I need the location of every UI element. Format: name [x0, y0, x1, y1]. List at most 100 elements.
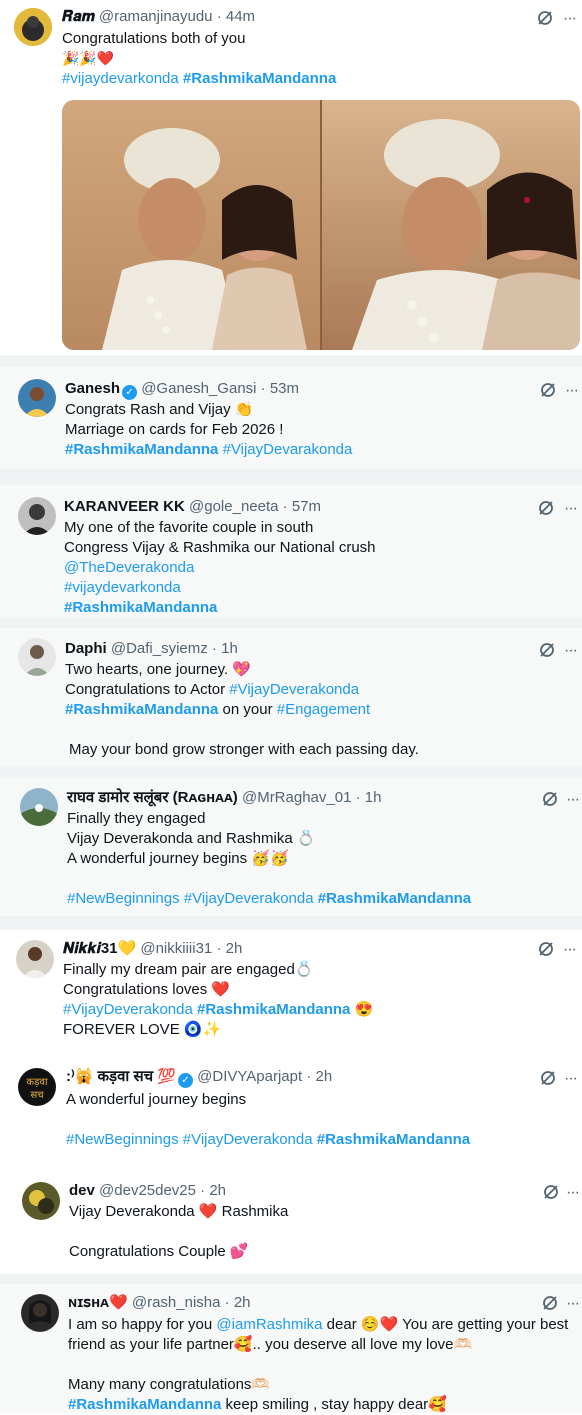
timestamp[interactable]: 2h [226, 940, 243, 957]
timestamp[interactable]: 53m [270, 380, 299, 397]
hashtag[interactable]: #RashmikaMandanna [65, 701, 218, 718]
tweet[interactable]: KARANVEER KK @gole_neeta · 57m ··· My on… [0, 485, 582, 618]
more-options-icon[interactable]: ··· [563, 11, 581, 32]
grok-icon[interactable] [537, 499, 555, 517]
grok-icon[interactable] [542, 1183, 560, 1201]
user-handle[interactable]: @rash_nisha [132, 1294, 221, 1311]
hashtag[interactable]: #NewBeginnings [67, 890, 180, 907]
tweet-text: Finally my dream pair are engaged💍 Congr… [63, 960, 373, 1040]
hashtag[interactable]: #VijayDeverakonda [183, 1131, 313, 1148]
user-handle[interactable]: @nikkiiii31 [140, 940, 212, 957]
hashtag[interactable]: #RashmikaMandanna [65, 441, 218, 458]
user-name[interactable]: राघव डामोर सलूंबर (Rᴀɢʜᴀᴀ) [67, 789, 238, 806]
text-line: Congratulations both of you [62, 30, 246, 47]
user-name[interactable]: 𝑹𝒂𝒎 [62, 8, 95, 25]
tweet-media-image[interactable] [62, 100, 580, 350]
hashtag[interactable]: #RashmikaMandanna [68, 1396, 221, 1413]
hashtag[interactable]: #RashmikaMandanna [318, 890, 471, 907]
mention-link[interactable]: @iamRashmika [216, 1316, 322, 1333]
more-options-icon[interactable]: ··· [566, 792, 582, 813]
separator: · [212, 8, 226, 25]
timestamp[interactable]: 1h [365, 789, 382, 806]
hashtag[interactable]: #RashmikaMandanna [64, 598, 376, 618]
tweet[interactable]: dev @dev25dev25 · 2h ··· Vijay Deverakon… [0, 1164, 582, 1274]
tweet[interactable]: राघव डामोर सलूंबर (Rᴀɢʜᴀᴀ) @MrRaghav_01 … [0, 778, 582, 916]
text-line: Congress Vijay & Rashmika our National c… [64, 539, 376, 556]
timestamp[interactable]: 44m [226, 8, 255, 25]
grok-icon[interactable] [538, 641, 556, 659]
user-handle[interactable]: @MrRaghav_01 [242, 789, 351, 806]
avatar-image [21, 1294, 59, 1332]
user-handle[interactable]: @Dafi_syiemz [111, 640, 208, 657]
svg-text:सच: सच [30, 1090, 44, 1101]
hashtag[interactable]: #VijayDeverakonda [184, 890, 314, 907]
user-handle[interactable]: @gole_neeta [189, 498, 278, 515]
avatar[interactable] [18, 379, 56, 417]
more-options-icon[interactable]: ··· [565, 383, 582, 404]
timestamp[interactable]: 1h [221, 640, 238, 657]
hashtag[interactable]: #Engagement [277, 701, 370, 718]
hashtag[interactable]: #NewBeginnings [66, 1131, 179, 1148]
avatar[interactable] [18, 497, 56, 535]
tweet[interactable]: Ganesh ✓ @Ganesh_Gansi · 53m ··· Congrats… [0, 367, 582, 469]
avatar-image: कड़वा सच [18, 1068, 56, 1106]
timestamp[interactable]: 2h [209, 1182, 226, 1199]
user-name[interactable]: dev [69, 1182, 95, 1199]
hashtag[interactable]: #vijaydevarkonda [62, 70, 179, 87]
more-options-icon[interactable]: ··· [564, 1071, 582, 1092]
tweet-header: 𝑵𝒊𝒌𝒌𝒊31💛 @nikkiiii31 · 2h [63, 940, 242, 958]
grok-icon[interactable] [541, 1294, 559, 1312]
hashtag[interactable]: #VijayDevarakonda [223, 441, 353, 458]
user-handle[interactable]: @dev25dev25 [99, 1182, 196, 1199]
user-name[interactable]: KARANVEER KK [64, 498, 185, 515]
more-options-icon[interactable]: ··· [566, 1185, 582, 1206]
more-options-icon[interactable]: ··· [564, 643, 582, 664]
tweet-text: Two hearts, one journey. 💖 Congratulatio… [65, 660, 419, 760]
timestamp[interactable]: 2h [234, 1294, 251, 1311]
grok-icon[interactable] [541, 790, 559, 808]
hashtag[interactable]: #RashmikaMandanna [183, 70, 336, 87]
avatar[interactable]: कड़वा सच [18, 1068, 56, 1106]
user-name[interactable]: ɴɪꜱʜᴀ❤️ [68, 1294, 128, 1311]
hashtag[interactable]: #VijayDeverakonda [229, 681, 359, 698]
tweet-header: ɴɪꜱʜᴀ❤️ @rash_nisha · 2h [68, 1294, 251, 1312]
wedding-photo [62, 100, 580, 350]
avatar[interactable] [20, 788, 58, 826]
hashtag[interactable]: #vijaydevarkonda [64, 578, 376, 598]
avatar[interactable] [16, 940, 54, 978]
tweet[interactable]: कड़वा सच :⁾🙀 कड़वा सच 💯 ✓ @DIVYAparjapt · … [0, 1054, 582, 1164]
grok-icon[interactable] [539, 381, 557, 399]
avatar[interactable] [22, 1182, 60, 1220]
more-options-icon[interactable]: ··· [566, 1296, 582, 1317]
tweet[interactable]: ɴɪꜱʜᴀ❤️ @rash_nisha · 2h ··· I am so hap… [0, 1284, 582, 1413]
user-handle[interactable]: @ramanjinayudu [99, 8, 213, 25]
grok-icon[interactable] [539, 1069, 557, 1087]
mention-link[interactable]: @TheDeverakonda [64, 558, 376, 578]
user-handle[interactable]: @DIVYAparjapt [197, 1068, 302, 1085]
timestamp[interactable]: 2h [316, 1068, 333, 1085]
tweet[interactable]: Daphi @Dafi_syiemz · 1h ··· Two hearts, … [0, 628, 582, 766]
grok-icon[interactable] [537, 940, 555, 958]
avatar[interactable] [18, 638, 56, 676]
text-line: Vijay Deverakonda ❤️ Rashmika [69, 1203, 289, 1220]
timestamp[interactable]: 57m [292, 498, 321, 515]
avatar-image [18, 638, 56, 676]
user-handle[interactable]: @Ganesh_Gansi [141, 380, 256, 397]
grok-icon[interactable] [536, 9, 554, 27]
text-line: Congratulations Couple 💕 [69, 1243, 249, 1260]
hashtag[interactable]: #RashmikaMandanna [197, 1001, 350, 1018]
text-line: friend as your life partner🥰.. you deser… [68, 1336, 473, 1353]
avatar-image [22, 1182, 60, 1220]
hashtag[interactable]: #RashmikaMandanna [317, 1131, 470, 1148]
hashtag[interactable]: #VijayDeverakonda [63, 1001, 193, 1018]
more-options-icon[interactable]: ··· [564, 501, 582, 522]
user-name[interactable]: Daphi [65, 640, 107, 657]
avatar[interactable] [21, 1294, 59, 1332]
user-name[interactable]: 𝑵𝒊𝒌𝒌𝒊31💛 [63, 940, 136, 957]
user-name[interactable]: Ganesh [65, 380, 120, 397]
avatar[interactable] [14, 8, 52, 46]
tweet[interactable]: 𝑵𝒊𝒌𝒌𝒊31💛 @nikkiiii31 · 2h ··· Finally my… [0, 930, 582, 1054]
tweet[interactable]: 𝑹𝒂𝒎 @ramanjinayudu · 44m ··· Congratulat… [0, 0, 582, 355]
user-name[interactable]: :⁾🙀 कड़वा सच 💯 [66, 1068, 176, 1085]
more-options-icon[interactable]: ··· [563, 942, 581, 963]
